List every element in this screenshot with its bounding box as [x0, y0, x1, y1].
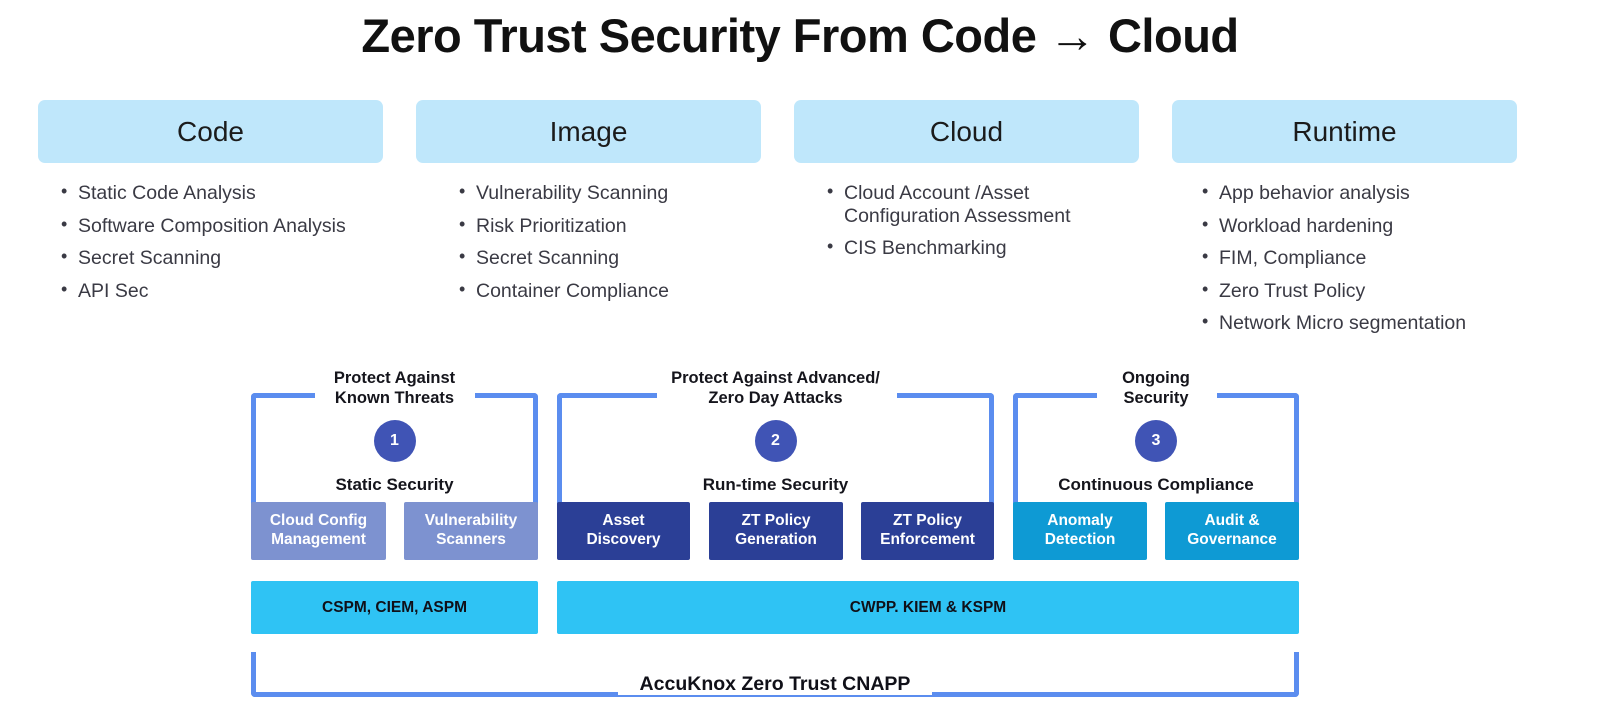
- column-list-runtime: App behavior analysis Workload hardening…: [1194, 181, 1517, 335]
- list-item: API Sec: [53, 279, 383, 303]
- column-header-cloud: Cloud: [794, 100, 1139, 163]
- stage-diagram: Protect Against Known Threats 1 Static S…: [0, 360, 1600, 718]
- stage-2: Protect Against Advanced/ Zero Day Attac…: [557, 368, 994, 495]
- list-item: Static Code Analysis: [53, 181, 383, 205]
- stage-3: Ongoing Security 3 Continuous Compliance: [1013, 368, 1299, 495]
- capability-box[interactable]: Vulnerability Scanners: [404, 502, 538, 560]
- platform-bar[interactable]: CWPP. KIEM & KSPM: [557, 581, 1299, 634]
- arrow-icon: →: [1048, 9, 1096, 62]
- list-item: Vulnerability Scanning: [451, 181, 761, 205]
- stage-1: Protect Against Known Threats 1 Static S…: [251, 368, 538, 495]
- capability-box[interactable]: ZT Policy Generation: [709, 502, 843, 560]
- list-item: Software Composition Analysis: [53, 214, 383, 238]
- list-item: Secret Scanning: [451, 246, 761, 270]
- column-list-code: Static Code Analysis Software Compositio…: [53, 181, 383, 303]
- stage-number-badge: 2: [754, 420, 797, 463]
- capability-box[interactable]: Cloud Config Management: [251, 502, 386, 560]
- list-item: Workload hardening: [1194, 214, 1517, 238]
- platform-bar[interactable]: CSPM, CIEM, ASPM: [251, 581, 538, 634]
- list-item: Risk Prioritization: [451, 214, 761, 238]
- list-item: Cloud Account /Asset Configuration Asses…: [819, 181, 1139, 227]
- stage-top-label: Ongoing Security: [1122, 369, 1190, 408]
- capability-box[interactable]: Anomaly Detection: [1013, 502, 1147, 560]
- column-code: Code Static Code Analysis Software Compo…: [38, 100, 383, 312]
- list-item: FIM, Compliance: [1194, 246, 1517, 270]
- column-image: Image Vulnerability Scanning Risk Priori…: [416, 100, 761, 312]
- list-item: Network Micro segmentation: [1194, 311, 1517, 335]
- column-list-cloud: Cloud Account /Asset Configuration Asses…: [819, 181, 1139, 260]
- column-list-image: Vulnerability Scanning Risk Prioritizati…: [451, 181, 761, 303]
- list-item: App behavior analysis: [1194, 181, 1517, 205]
- stage-top-label: Protect Against Known Threats: [333, 369, 456, 408]
- column-header-image: Image: [416, 100, 761, 163]
- page-title-after: Cloud: [1095, 9, 1239, 62]
- footer-label: AccuKnox Zero Trust CNAPP: [0, 673, 1550, 696]
- list-item: Container Compliance: [451, 279, 761, 303]
- footer-label-text: AccuKnox Zero Trust CNAPP: [617, 673, 933, 695]
- page-title-before: Zero Trust Security From Code: [361, 9, 1049, 62]
- pillar-columns: Code Static Code Analysis Software Compo…: [0, 100, 1600, 350]
- column-header-code: Code: [38, 100, 383, 163]
- list-item: Zero Trust Policy: [1194, 279, 1517, 303]
- page-title: Zero Trust Security From Code → Cloud: [0, 8, 1600, 63]
- stage-top-label: Protect Against Advanced/ Zero Day Attac…: [671, 369, 880, 408]
- column-header-runtime: Runtime: [1172, 100, 1517, 163]
- stage-number-badge: 3: [1135, 420, 1177, 463]
- list-item: Secret Scanning: [53, 246, 383, 270]
- list-item: CIS Benchmarking: [819, 236, 1139, 260]
- column-cloud: Cloud Cloud Account /Asset Configuration…: [794, 100, 1139, 270]
- stage-bottom-label: Run-time Security: [702, 475, 849, 495]
- capability-box[interactable]: ZT Policy Enforcement: [861, 502, 994, 560]
- capability-box[interactable]: Asset Discovery: [557, 502, 690, 560]
- stage-number-badge: 1: [373, 420, 416, 463]
- column-runtime: Runtime App behavior analysis Workload h…: [1172, 100, 1517, 345]
- capability-box[interactable]: Audit & Governance: [1165, 502, 1299, 560]
- stage-bottom-label: Continuous Compliance: [1058, 475, 1254, 495]
- diagram-page: Zero Trust Security From Code → Cloud Co…: [0, 0, 1600, 718]
- stage-bottom-label: Static Security: [335, 475, 454, 495]
